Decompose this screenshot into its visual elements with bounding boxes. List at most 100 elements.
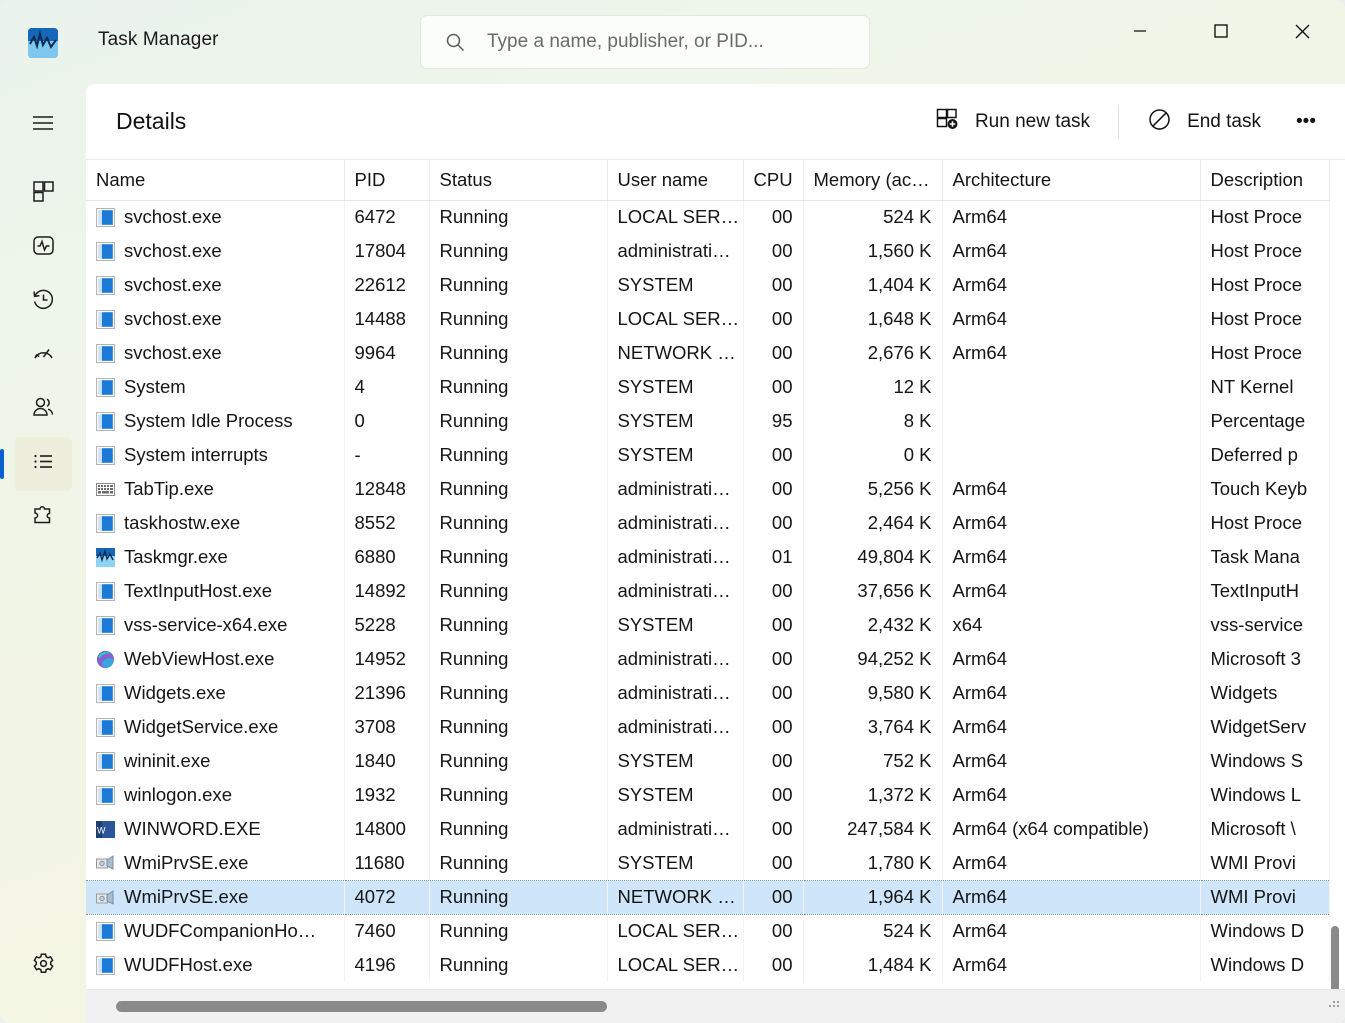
maximize-button[interactable] (1186, 0, 1256, 62)
horizontal-scrollbar-thumb[interactable] (116, 1001, 607, 1012)
svg-text:W: W (97, 825, 106, 835)
column-header-status[interactable]: Status (429, 160, 607, 200)
table-row[interactable]: svchost.exe14488RunningLOCAL SER…001,648… (86, 302, 1329, 336)
cell-status: Running (429, 404, 607, 438)
table-row[interactable]: svchost.exe9964RunningNETWORK …002,676 K… (86, 336, 1329, 370)
table-row[interactable]: WUDFCompanionHo…7460RunningLOCAL SER…005… (86, 914, 1329, 948)
process-name: TabTip.exe (124, 478, 214, 500)
column-header-architecture[interactable]: Architecture (942, 160, 1200, 200)
table-row[interactable]: WmiPrvSE.exe11680RunningSYSTEM001,780 KA… (86, 846, 1329, 880)
cell-architecture: x64 (942, 608, 1200, 642)
cell-architecture: Arm64 (942, 506, 1200, 540)
generic-exe-icon (96, 956, 115, 975)
cell-name: TextInputHost.exe (86, 574, 344, 608)
sidebar-item-processes[interactable] (14, 167, 72, 221)
cell-description: Percentage (1200, 404, 1329, 438)
cell-name: svchost.exe (86, 336, 344, 370)
cell-description: Deferred p (1200, 438, 1329, 472)
cell-description: WMI Provi (1200, 846, 1329, 880)
table-row[interactable]: taskhostw.exe8552Runningadministrati…002… (86, 506, 1329, 540)
cell-cpu: 00 (743, 744, 803, 778)
close-button[interactable] (1267, 0, 1337, 62)
cell-description: Host Proce (1200, 336, 1329, 370)
cell-user-name: SYSTEM (607, 404, 743, 438)
cell-cpu: 00 (743, 914, 803, 948)
sidebar-item-startup-apps[interactable] (14, 329, 72, 383)
cell-description: Host Proce (1200, 268, 1329, 302)
cell-user-name: administrati… (607, 506, 743, 540)
generic-exe-icon (96, 752, 115, 771)
cell-user-name: SYSTEM (607, 846, 743, 880)
table-row[interactable]: WWINWORD.EXE14800Runningadministrati…002… (86, 812, 1329, 846)
minimize-button[interactable] (1105, 0, 1175, 62)
table-row[interactable]: winlogon.exe1932RunningSYSTEM001,372 KAr… (86, 778, 1329, 812)
resize-grip-icon[interactable] (1323, 997, 1339, 1018)
generic-exe-icon (96, 378, 115, 397)
sidebar-item-users[interactable] (14, 383, 72, 437)
sidebar-item-app-history[interactable] (14, 275, 72, 329)
column-header-pid[interactable]: PID (344, 160, 429, 200)
sidebar-item-services[interactable] (14, 491, 72, 545)
cell-cpu: 00 (743, 812, 803, 846)
cell-description: Host Proce (1200, 234, 1329, 268)
table-row[interactable]: TextInputHost.exe14892Runningadministrat… (86, 574, 1329, 608)
column-header-user-name[interactable]: User name (607, 160, 743, 200)
cell-memory: 1,404 K (803, 268, 942, 302)
cell-architecture: Arm64 (942, 472, 1200, 506)
cell-pid: 11680 (344, 846, 429, 880)
table-row[interactable]: WebViewHost.exe14952Runningadministrati…… (86, 642, 1329, 676)
more-options-button[interactable]: ••• (1281, 99, 1331, 145)
table-row[interactable]: svchost.exe22612RunningSYSTEM001,404 KAr… (86, 268, 1329, 302)
cell-memory: 1,560 K (803, 234, 942, 268)
table-row[interactable]: System interrupts-RunningSYSTEM000 KDefe… (86, 438, 1329, 472)
cell-cpu: 00 (743, 200, 803, 234)
process-name: WINWORD.EXE (124, 818, 261, 840)
sidebar-item-hamburger[interactable] (14, 98, 72, 152)
column-header-cpu[interactable]: CPU (743, 160, 803, 200)
table-row[interactable]: Widgets.exe21396Runningadministrati…009,… (86, 676, 1329, 710)
cell-pid: 9964 (344, 336, 429, 370)
table-row[interactable]: WmiPrvSE.exe4072RunningNETWORK …001,964 … (86, 880, 1329, 914)
end-task-button[interactable]: End task (1133, 99, 1275, 145)
cell-status: Running (429, 914, 607, 948)
cell-description: Microsoft 3 (1200, 642, 1329, 676)
table-row[interactable]: WUDFHost.exe4196RunningLOCAL SER…001,484… (86, 948, 1329, 982)
generic-exe-icon (96, 786, 115, 805)
search-box[interactable] (420, 15, 870, 69)
table-row[interactable]: Taskmgr.exe6880Runningadministrati…0149,… (86, 540, 1329, 574)
table-row[interactable]: wininit.exe1840RunningSYSTEM00752 KArm64… (86, 744, 1329, 778)
cell-cpu: 00 (743, 880, 803, 914)
sidebar-item-performance[interactable] (14, 221, 72, 275)
cell-cpu: 95 (743, 404, 803, 438)
process-name: winlogon.exe (124, 784, 232, 806)
column-header-description[interactable]: Description (1200, 160, 1329, 200)
wmi-icon (96, 853, 115, 872)
cell-status: Running (429, 608, 607, 642)
table-row[interactable]: vss-service-x64.exe5228RunningSYSTEM002,… (86, 608, 1329, 642)
sidebar-item-settings[interactable] (14, 939, 72, 993)
page-title: Details (116, 108, 186, 135)
table-row[interactable]: System4RunningSYSTEM0012 KNT Kernel (86, 370, 1329, 404)
table-row[interactable]: svchost.exe6472RunningLOCAL SER…00524 KA… (86, 200, 1329, 234)
cell-description: WidgetServ (1200, 710, 1329, 744)
wmi-icon (96, 888, 115, 907)
search-input[interactable] (487, 31, 827, 53)
cell-pid: 8552 (344, 506, 429, 540)
table-row[interactable]: WidgetService.exe3708Runningadministrati… (86, 710, 1329, 744)
table-row[interactable]: TabTip.exe12848Runningadministrati…005,2… (86, 472, 1329, 506)
cell-description: Windows S (1200, 744, 1329, 778)
cell-description: Microsoft \ (1200, 812, 1329, 846)
column-header-memory[interactable]: Memory (ac… (803, 160, 942, 200)
horizontal-scrollbar-track[interactable] (86, 989, 1345, 1023)
table-row[interactable]: System Idle Process0RunningSYSTEM958 KPe… (86, 404, 1329, 438)
sidebar-item-details[interactable] (14, 437, 72, 491)
cell-description: Host Proce (1200, 200, 1329, 234)
process-table-container[interactable]: Name PID Status User name CPU Memory (ac… (86, 160, 1345, 1023)
column-header-name[interactable]: Name (86, 160, 344, 200)
cell-cpu: 00 (743, 948, 803, 982)
details-list-icon (31, 449, 56, 479)
keyboard-icon (96, 480, 115, 499)
table-row[interactable]: svchost.exe17804Runningadministrati…001,… (86, 234, 1329, 268)
cell-name: wininit.exe (86, 744, 344, 778)
run-new-task-button[interactable]: Run new task (921, 99, 1104, 145)
